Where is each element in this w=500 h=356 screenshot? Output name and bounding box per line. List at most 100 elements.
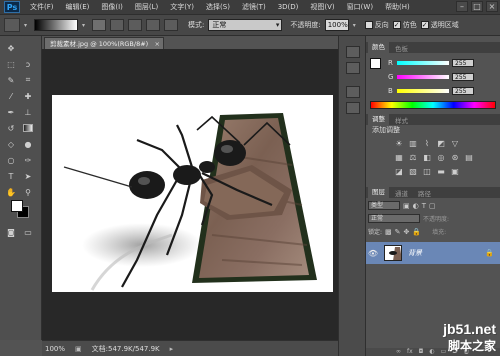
levels-icon[interactable]: ▥ [408,139,418,148]
linear-gradient-button[interactable] [92,19,106,31]
menu-window[interactable]: 窗口(W) [341,2,379,12]
reverse-checkbox[interactable]: 反向 [364,20,389,30]
pen-tool-icon[interactable]: ✑ [21,154,35,166]
menu-file[interactable]: 文件(F) [24,2,60,12]
menu-filter[interactable]: 滤镜(T) [236,2,272,12]
color-spectrum-bar[interactable] [370,101,496,109]
eyedropper-tool-icon[interactable]: ⁄ [4,90,18,102]
angle-gradient-button[interactable] [128,19,142,31]
hue-saturation-icon[interactable]: ▦ [394,153,404,162]
quick-mask-icon[interactable]: ◙ [4,226,18,238]
document-canvas[interactable] [52,95,333,292]
quick-select-tool-icon[interactable]: ✎ [4,74,18,86]
threshold-icon[interactable]: ◫ [422,167,432,176]
green-value-input[interactable]: 255 [452,72,474,81]
fx-icon[interactable]: fx [407,348,413,356]
chevron-down-icon[interactable]: ▾ [82,22,88,29]
gradient-picker[interactable] [34,19,78,31]
tab-paths[interactable]: 路径 [414,188,435,198]
filter-type-icon[interactable]: T [422,202,426,210]
adjustment-layer-icon[interactable]: ◐ [429,348,434,356]
status-info-icon[interactable]: ▣ [75,345,82,353]
green-slider[interactable] [397,74,449,79]
lock-all-icon[interactable]: 🔒 [412,228,421,236]
filter-shape-icon[interactable]: ▢ [429,202,436,210]
clone-stamp-tool-icon[interactable]: ⊥ [21,106,35,118]
maximize-button[interactable]: □ [471,1,483,12]
layer-kind-select[interactable]: 类型 [368,201,400,210]
tool-preset-picker[interactable] [4,18,20,32]
type-tool-icon[interactable]: T [4,170,18,182]
color-balance-icon[interactable]: ⚖ [408,153,418,162]
healing-brush-tool-icon[interactable]: ✚ [21,90,35,102]
link-icon[interactable]: ∞ [396,348,401,356]
channel-mixer-icon[interactable]: ⊛ [450,153,460,162]
menu-select[interactable]: 选择(S) [200,2,236,12]
character-panel-icon[interactable] [346,86,360,98]
lock-pixels-icon[interactable]: ▩ [385,228,392,236]
menu-3d[interactable]: 3D(D) [272,3,305,11]
dither-checkbox[interactable]: ✓ 仿色 [392,20,417,30]
red-value-input[interactable]: 255 [452,58,474,67]
diamond-gradient-button[interactable] [164,19,178,31]
invert-icon[interactable]: ◪ [394,167,404,176]
eye-icon[interactable]: 👁 [366,249,380,258]
menu-layer[interactable]: 图层(L) [129,2,164,12]
tab-styles[interactable]: 样式 [391,115,412,125]
posterize-icon[interactable]: ▧ [408,167,418,176]
color-lookup-icon[interactable]: ▤ [464,153,474,162]
layer-name[interactable]: 背景 [408,248,422,258]
tab-layers[interactable]: 图层 [368,187,389,198]
transparency-checkbox[interactable]: ✓ 透明区域 [420,20,459,30]
lock-move-icon[interactable]: ✥ [404,228,410,236]
tab-color[interactable]: 颜色 [368,42,389,53]
reflected-gradient-button[interactable] [146,19,160,31]
eraser-tool-icon[interactable]: ◇ [4,138,18,150]
close-icon[interactable]: × [155,38,160,49]
filter-adjust-icon[interactable]: ◐ [413,202,419,210]
filter-pixel-icon[interactable]: ▣ [403,202,410,210]
menu-image[interactable]: 图像(I) [95,2,129,12]
foreground-color-swatch[interactable] [11,200,23,212]
menu-edit[interactable]: 编辑(E) [60,2,96,12]
close-button[interactable]: × [486,1,498,12]
hand-tool-icon[interactable]: ✋ [4,186,18,198]
mask-icon[interactable]: ◘ [419,348,424,356]
blend-mode-select[interactable]: 正常 [368,214,420,223]
curves-icon[interactable]: ⌇ [422,139,432,148]
history-panel-icon[interactable] [346,46,360,58]
gradient-tool-icon[interactable] [21,122,35,134]
blue-slider[interactable] [397,88,449,93]
menu-help[interactable]: 帮助(H) [379,2,416,12]
color-foreground-swatch[interactable] [370,58,381,69]
photo-filter-icon[interactable]: ◎ [436,153,446,162]
layer-row-background[interactable]: 👁 背景 🔒 [366,242,500,264]
mode-select[interactable]: 正常 [208,19,283,31]
dodge-tool-icon[interactable]: ○ [4,154,18,166]
zoom-tool-icon[interactable]: ⚲ [21,186,35,198]
marquee-tool-icon[interactable]: ⬚ [4,58,18,70]
blue-value-input[interactable]: 255 [452,86,474,95]
screen-mode-icon[interactable]: ▭ [21,226,35,238]
blur-tool-icon[interactable]: ● [21,138,35,150]
properties-panel-icon[interactable] [346,62,360,74]
black-white-icon[interactable]: ◧ [422,153,432,162]
history-brush-tool-icon[interactable]: ↺ [4,122,18,134]
red-slider[interactable] [397,60,449,65]
lasso-tool-icon[interactable]: ↄ [21,58,35,70]
crop-tool-icon[interactable]: ⌗ [21,74,35,86]
menu-view[interactable]: 视图(V) [304,2,340,12]
tab-channels[interactable]: 通道 [391,188,412,198]
chevron-right-icon[interactable]: ▸ [170,345,174,353]
minimize-button[interactable]: – [456,1,468,12]
lock-paint-icon[interactable]: ✎ [395,228,401,236]
move-tool-icon[interactable]: ✥ [4,42,18,54]
chevron-down-icon[interactable]: ▾ [353,22,359,29]
document-tab[interactable]: 剪裁素材.jpg @ 100%(RGB/8#) × [44,37,164,49]
vibrance-icon[interactable]: ▽ [450,139,460,148]
tab-swatches[interactable]: 色板 [391,43,412,53]
path-select-tool-icon[interactable]: ➤ [21,170,35,182]
tab-adjustments[interactable]: 调整 [368,114,389,125]
brightness-contrast-icon[interactable]: ☀ [394,139,404,148]
exposure-icon[interactable]: ◩ [436,139,446,148]
